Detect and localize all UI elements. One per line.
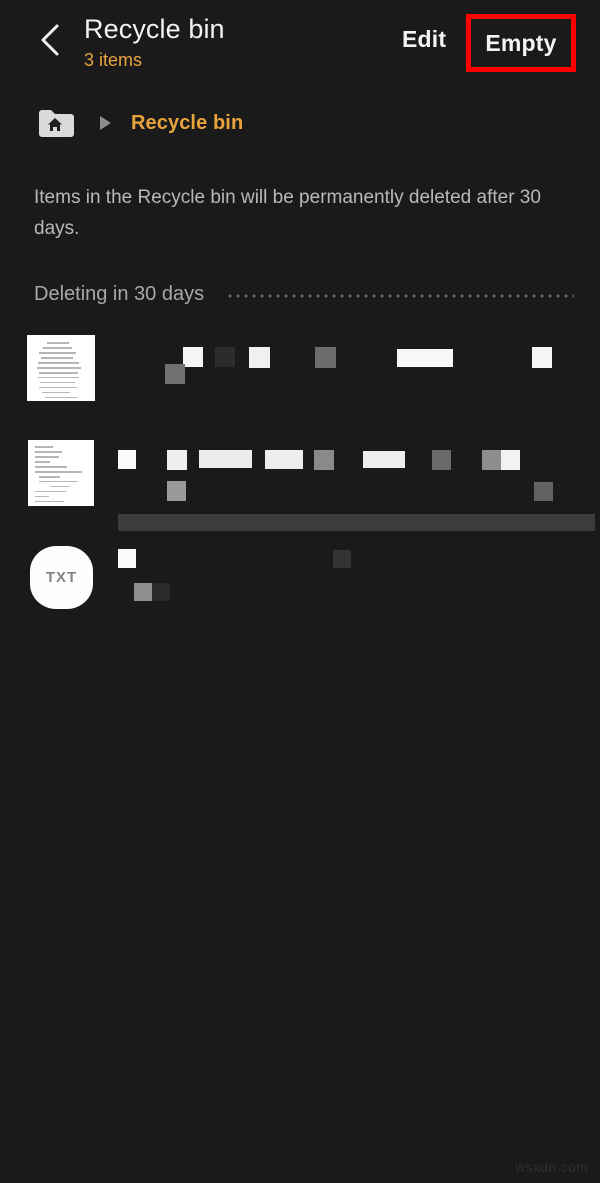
file-thumbnail (27, 335, 95, 401)
section-divider (226, 294, 574, 298)
redacted-filename-block (534, 482, 553, 501)
file-thumbnail: TXT (30, 546, 93, 609)
file-thumbnail (28, 440, 94, 506)
section-header: Deleting in 30 days (34, 278, 574, 310)
breadcrumb: Recycle bin (0, 100, 600, 146)
app-header: Recycle bin 3 items Edit Empty (0, 0, 600, 92)
redacted-filename-block (482, 450, 501, 470)
redacted-filename-block (215, 347, 235, 367)
redacted-filename-block (118, 450, 136, 469)
page-title: Recycle bin (84, 14, 225, 44)
redacted-filename-block (167, 481, 186, 501)
redacted-filename-block (532, 347, 552, 368)
chevron-left-icon (37, 23, 63, 57)
redacted-filename-block (167, 450, 187, 470)
redacted-meta-bar (118, 514, 595, 531)
empty-button-highlight: Empty (466, 14, 576, 72)
redacted-filename-block (397, 349, 453, 367)
edit-button[interactable]: Edit (402, 26, 446, 53)
recycle-bin-screen: Recycle bin 3 items Edit Empty Recycle b… (0, 0, 600, 1183)
redacted-filename-block (152, 583, 170, 601)
redacted-filename-block (118, 549, 136, 568)
redacted-filename-block (165, 364, 185, 384)
redacted-filename-block (249, 347, 270, 368)
redacted-filename-block (315, 347, 336, 368)
watermark: wsxdn.com (515, 1159, 588, 1175)
home-folder-icon[interactable] (36, 107, 74, 139)
caret-right-icon (100, 116, 111, 130)
section-title: Deleting in 30 days (34, 282, 205, 305)
redacted-filename-block (432, 450, 451, 470)
redacted-filename-block (314, 450, 334, 470)
back-button[interactable] (28, 18, 72, 62)
redacted-filename-block (265, 450, 303, 469)
redacted-filename-block (183, 347, 203, 367)
empty-button[interactable]: Empty (485, 30, 556, 57)
retention-info-text: Items in the Recycle bin will be permane… (34, 187, 541, 239)
txt-icon-label: TXT (45, 569, 78, 586)
item-count: 3 items (84, 50, 143, 70)
redacted-filename-block (134, 583, 152, 601)
redacted-filename-block (199, 450, 252, 468)
redacted-filename-block (333, 550, 351, 568)
redacted-filename-block (501, 450, 520, 470)
header-title-block: Recycle bin 3 items (84, 12, 225, 73)
breadcrumb-current[interactable]: Recycle bin (131, 112, 243, 135)
redacted-filename-block (363, 451, 405, 468)
